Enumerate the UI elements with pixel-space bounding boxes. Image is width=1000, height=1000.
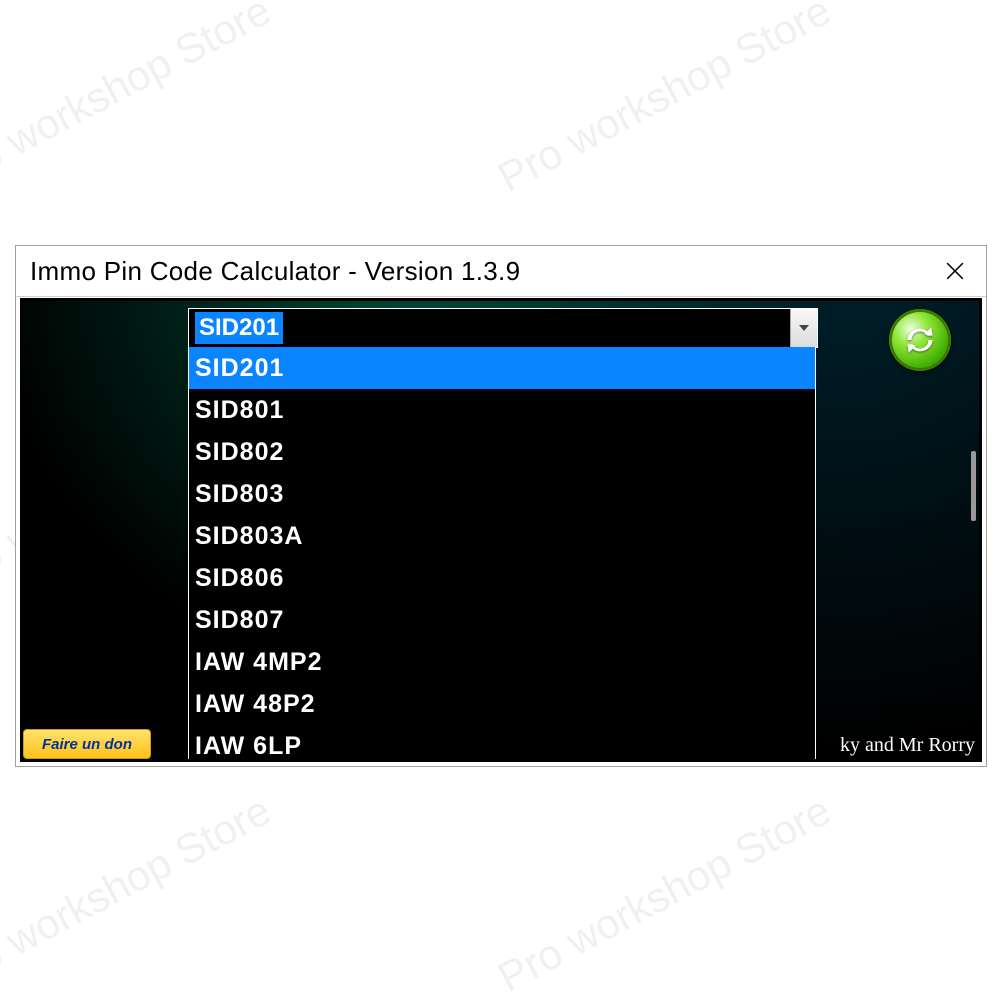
- window-title: Immo Pin Code Calculator - Version 1.3.9: [30, 256, 932, 287]
- ecu-option[interactable]: SID802: [189, 431, 815, 473]
- donate-button[interactable]: Faire un don: [23, 729, 151, 759]
- client-area: SID201 SID201SID801SID802SID803SID803ASI…: [20, 298, 982, 762]
- ecu-option[interactable]: SID803: [189, 473, 815, 515]
- donate-label: Faire un don: [42, 736, 132, 753]
- ecu-option[interactable]: SID801: [189, 389, 815, 431]
- close-icon: [946, 262, 964, 280]
- ecu-option[interactable]: IAW 48P2: [189, 683, 815, 725]
- title-bar: Immo Pin Code Calculator - Version 1.3.9: [16, 246, 986, 297]
- ecu-combobox[interactable]: SID201: [188, 308, 818, 348]
- scrollbar-thumb[interactable]: [971, 451, 976, 521]
- combobox-arrow[interactable]: [790, 309, 817, 347]
- watermark-text: Pro workshop Store: [0, 786, 279, 1000]
- refresh-icon: [903, 323, 937, 357]
- ecu-option[interactable]: SID803A: [189, 515, 815, 557]
- ecu-option[interactable]: SID806: [189, 557, 815, 599]
- close-button[interactable]: [932, 252, 978, 290]
- watermark-text: Pro workshop Store: [490, 0, 838, 202]
- chevron-down-icon: [799, 325, 809, 331]
- ecu-option[interactable]: SID201: [189, 347, 815, 389]
- ecu-option[interactable]: IAW 6LP: [189, 725, 815, 762]
- watermark-text: Pro workshop Store: [490, 786, 838, 1000]
- watermark-text: Pro workshop Store: [0, 0, 279, 202]
- credits-text: ky and Mr Rorry: [840, 734, 975, 757]
- ecu-option[interactable]: IAW 4MP2: [189, 641, 815, 683]
- ecu-option[interactable]: SID807: [189, 599, 815, 641]
- combobox-selected: SID201: [189, 309, 790, 347]
- refresh-button[interactable]: [889, 309, 951, 371]
- app-window: Immo Pin Code Calculator - Version 1.3.9…: [15, 245, 987, 767]
- combobox-selected-text: SID201: [195, 312, 283, 344]
- ecu-dropdown-list[interactable]: SID201SID801SID802SID803SID803ASID806SID…: [188, 347, 816, 762]
